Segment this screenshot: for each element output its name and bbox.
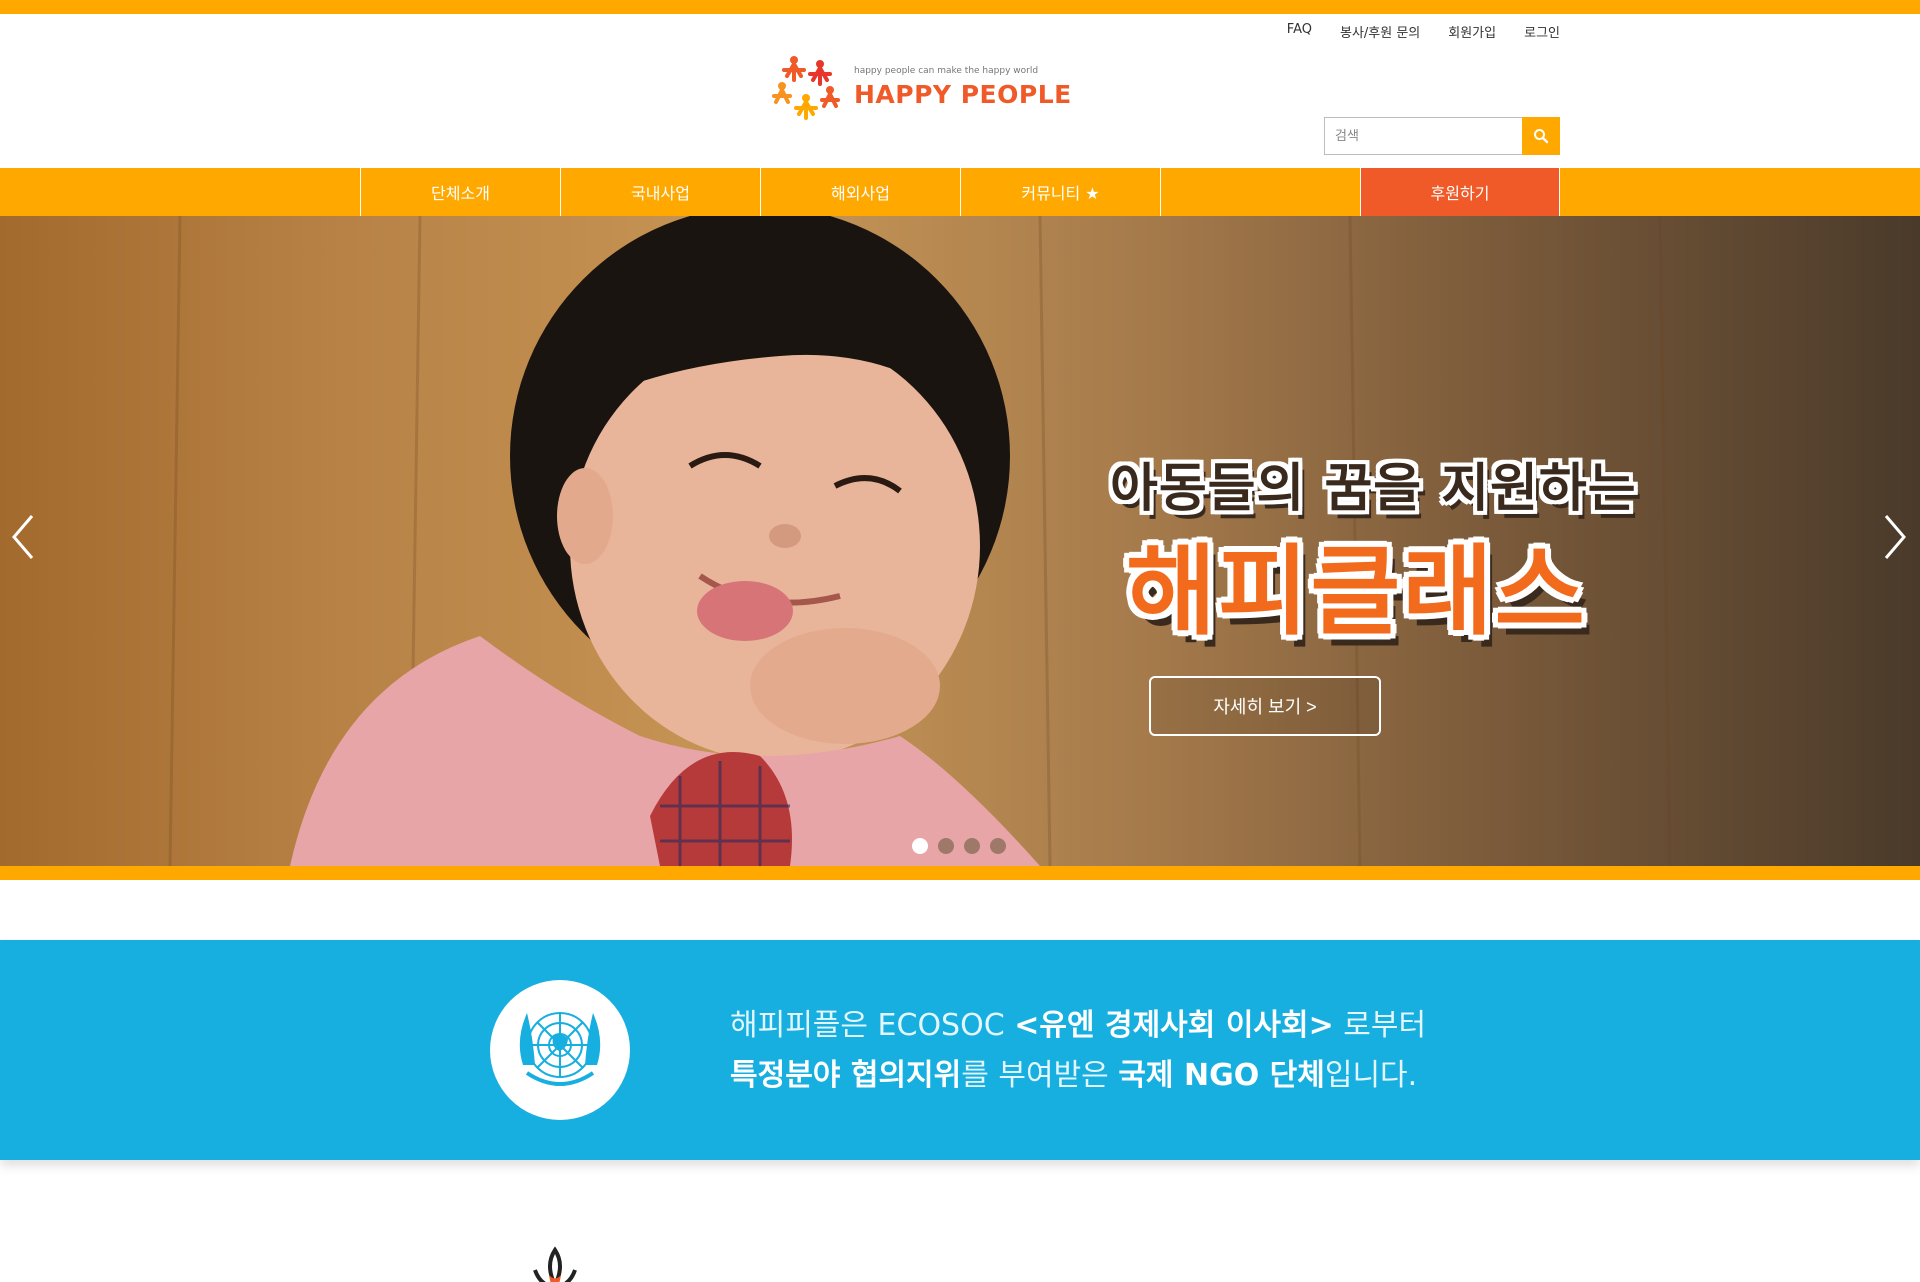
un-emblem-icon bbox=[519, 1012, 601, 1086]
faq-link[interactable]: FAQ bbox=[1287, 22, 1312, 41]
search-icon bbox=[1534, 129, 1549, 144]
site-logo[interactable]: happy people can make the happy world HA… bbox=[772, 54, 1071, 124]
hero-more-button[interactable]: 자세히 보기 > bbox=[1149, 676, 1381, 736]
un-statement-line-1: 해피피플은 ECOSOC <유엔 경제사회 이사회> 로부터 bbox=[730, 1000, 1426, 1044]
un-text-1c: 로부터 bbox=[1333, 1008, 1427, 1043]
nav-item-community[interactable]: 커뮤니티 ★ bbox=[960, 168, 1160, 216]
un-statement-line-2: 특정분야 협의지위를 부여받은 국제 NGO 단체입니다. bbox=[730, 1050, 1417, 1094]
nav-item-about[interactable]: 단체소개 bbox=[360, 168, 560, 216]
signup-link[interactable]: 회원가입 bbox=[1448, 22, 1496, 41]
un-text-1b: <유엔 경제사회 이사회> bbox=[1014, 1008, 1334, 1043]
un-text-2d: 입니다. bbox=[1324, 1058, 1418, 1093]
logo-name: HAPPY PEOPLE bbox=[854, 80, 1072, 109]
slider-dot-2[interactable] bbox=[938, 838, 954, 854]
un-text-2c: 국제 NGO 단체 bbox=[1118, 1058, 1325, 1093]
login-link[interactable]: 로그인 bbox=[1524, 22, 1560, 41]
main-nav-bar: 단체소개 국내사업 해외사업 커뮤니티 ★ 후원하기 bbox=[0, 168, 1920, 216]
nav-item-donate[interactable]: 후원하기 bbox=[1360, 168, 1560, 216]
hero-bottom-stripe bbox=[0, 866, 1920, 880]
slider-prev-button[interactable] bbox=[8, 512, 38, 562]
happy-people-logo-icon bbox=[772, 56, 840, 120]
slider-dot-1[interactable] bbox=[912, 838, 928, 854]
slider-dot-3[interactable] bbox=[964, 838, 980, 854]
hero-title: 해피클래스 bbox=[1126, 535, 1587, 649]
nav-item-overseas[interactable]: 해외사업 bbox=[760, 168, 960, 216]
utility-nav: FAQ 봉사/후원 문의 회원가입 로그인 bbox=[1260, 22, 1560, 41]
hero-slider: 아동들의 꿈을 지원하는 해피클래스 자세히 보기 > bbox=[0, 216, 1920, 866]
slider-pagination bbox=[912, 838, 1006, 854]
chevron-right-icon bbox=[1884, 515, 1906, 559]
search-button[interactable] bbox=[1522, 117, 1560, 155]
chevron-left-icon bbox=[12, 515, 34, 559]
lotus-icon bbox=[505, 1240, 605, 1282]
search-box bbox=[1324, 117, 1560, 155]
nav-item-empty bbox=[1160, 168, 1360, 216]
un-text-1a: 해피피플은 ECOSOC bbox=[730, 1008, 1015, 1043]
logo-tagline: happy people can make the happy world bbox=[854, 66, 1039, 76]
un-ecosoc-banner: 해피피플은 ECOSOC <유엔 경제사회 이사회> 로부터 특정분야 협의지위… bbox=[0, 940, 1920, 1160]
un-text-2b: 를 부여받은 bbox=[961, 1058, 1119, 1093]
un-text-2a: 특정분야 협의지위 bbox=[730, 1058, 962, 1093]
volunteer-inquiry-link[interactable]: 봉사/후원 문의 bbox=[1340, 22, 1420, 41]
un-emblem bbox=[490, 980, 630, 1120]
slider-dot-4[interactable] bbox=[990, 838, 1006, 854]
slider-next-button[interactable] bbox=[1880, 512, 1910, 562]
nav-item-domestic[interactable]: 국내사업 bbox=[560, 168, 760, 216]
top-accent-stripe bbox=[0, 0, 1920, 14]
hero-subtitle: 아동들의 꿈을 지원하는 bbox=[1110, 459, 1637, 519]
hero-photo bbox=[168, 216, 1672, 866]
search-input[interactable] bbox=[1324, 117, 1522, 155]
